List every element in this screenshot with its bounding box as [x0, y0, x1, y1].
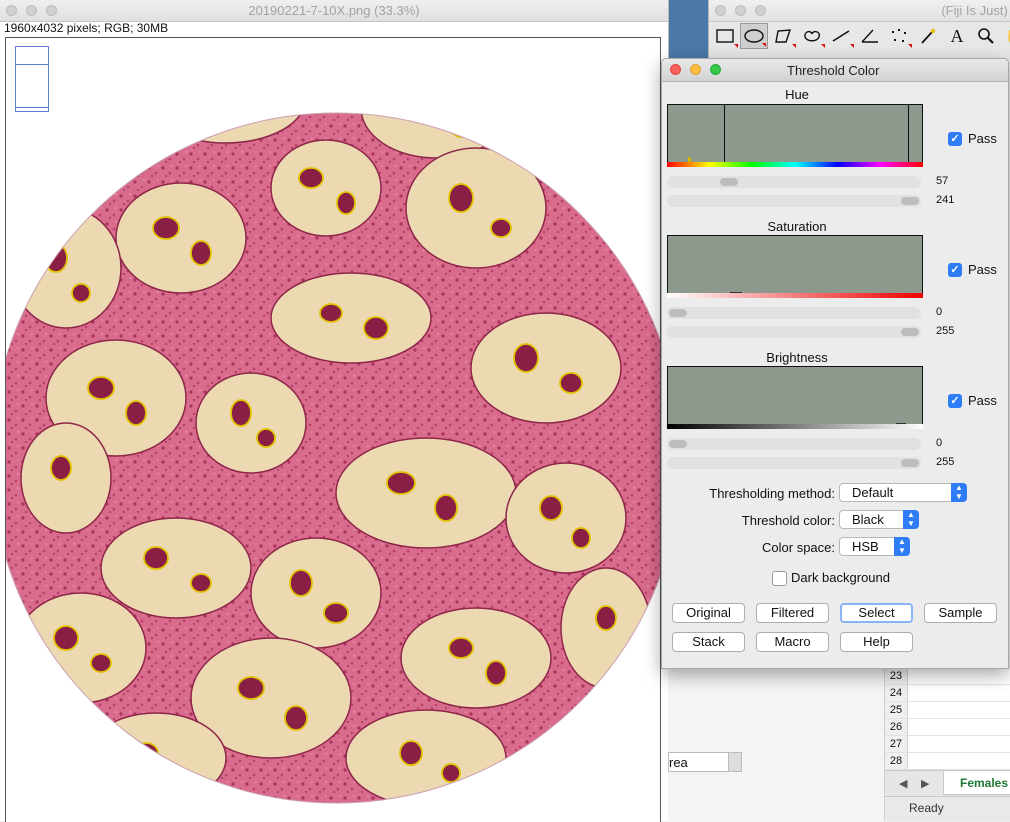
- dialog-title: Threshold Color: [787, 63, 880, 78]
- saturation-max-value: 255: [936, 325, 955, 337]
- sheet-row[interactable]: 26: [885, 719, 1010, 736]
- angle-tool-icon[interactable]: [856, 23, 884, 49]
- sample-button[interactable]: Sample: [924, 603, 997, 623]
- threshold-color-dialog: Threshold Color Hue 57 241 ✓ Pass Satura…: [661, 58, 1009, 669]
- select-stepper-icon: ▲ ▼: [951, 483, 967, 502]
- oval-tool-icon[interactable]: [740, 23, 768, 49]
- thresholding-method-value: Default: [852, 485, 894, 500]
- saturation-pass-label: Pass: [968, 262, 997, 277]
- spreadsheet-window: 23 24 25 26 27 28 ◀ ▶ Females Ready: [884, 668, 1010, 821]
- hue-histogram: [667, 104, 923, 166]
- slider-thumb[interactable]: [901, 328, 919, 336]
- image-window: 20190221-7-10X.png (33.3%) 1960x4032 pix…: [0, 0, 669, 822]
- sheet-row[interactable]: 25: [885, 702, 1010, 719]
- slider-thumb[interactable]: [669, 440, 687, 448]
- dialog-close-button[interactable]: [670, 64, 681, 75]
- threshold-color-select[interactable]: Black ▲ ▼: [839, 510, 919, 529]
- image-titlebar: 20190221-7-10X.png (33.3%): [0, 0, 668, 22]
- color-space-label: Color space:: [762, 540, 835, 555]
- minimize-button[interactable]: [735, 5, 746, 16]
- zoom-navigator[interactable]: [15, 46, 49, 112]
- polygon-tool-icon[interactable]: [769, 23, 797, 49]
- threshold-color-label: Threshold color:: [741, 513, 835, 528]
- saturation-gradient-bar: [667, 293, 923, 298]
- zoom-button[interactable]: [755, 5, 766, 16]
- hue-min-value: 57: [936, 175, 949, 187]
- saturation-min-value: 0: [936, 306, 943, 318]
- results-table-window: rea: [668, 668, 884, 822]
- desktop-background: [668, 0, 708, 60]
- hue-title: Hue: [785, 87, 809, 102]
- text-tool-icon[interactable]: A: [943, 23, 971, 49]
- results-column-header-next[interactable]: [728, 752, 742, 772]
- macro-button[interactable]: Macro: [756, 632, 829, 652]
- wand-tool-icon[interactable]: [914, 23, 942, 49]
- hue-max-value: 241: [936, 194, 955, 206]
- dialog-minimize-button[interactable]: [690, 64, 701, 75]
- sheet-tab-females[interactable]: Females: [943, 771, 1010, 795]
- slider-thumb[interactable]: [720, 178, 739, 186]
- help-button[interactable]: Help: [840, 632, 913, 652]
- tab-scroll-right-icon[interactable]: ▶: [921, 777, 929, 790]
- sheet-status-bar: Ready: [885, 796, 1010, 821]
- image-info: 1960x4032 pixels; RGB; 30MB: [4, 21, 169, 35]
- dark-background-checkbox[interactable]: [772, 571, 787, 586]
- sheet-row[interactable]: 27: [885, 736, 1010, 753]
- hue-pass-label: Pass: [968, 131, 997, 146]
- slider-thumb[interactable]: [669, 309, 687, 317]
- color-space-select[interactable]: HSB ▲ ▼: [839, 537, 910, 556]
- hue-pass-checkbox[interactable]: ✓: [948, 132, 962, 146]
- sheet-row[interactable]: 23: [885, 668, 1010, 685]
- brightness-title: Brightness: [766, 350, 828, 365]
- image-canvas[interactable]: [5, 37, 661, 822]
- tab-scroll-left-icon[interactable]: ◀: [899, 777, 907, 790]
- saturation-histogram: [667, 235, 923, 297]
- hue-min-slider[interactable]: [667, 176, 921, 188]
- brightness-histogram: [667, 366, 923, 428]
- thresholding-method-label: Thresholding method:: [709, 486, 835, 501]
- saturation-title: Saturation: [767, 219, 827, 234]
- dialog-zoom-button[interactable]: [710, 64, 721, 75]
- saturation-pass-checkbox[interactable]: ✓: [948, 263, 962, 277]
- brightness-max-slider[interactable]: [667, 457, 921, 469]
- saturation-min-slider[interactable]: [667, 307, 921, 319]
- sheet-row[interactable]: 28: [885, 753, 1010, 770]
- brightness-max-value: 255: [936, 456, 955, 468]
- threshold-color-value: Black: [852, 512, 884, 527]
- sheet-tab-bar: ◀ ▶ Females: [885, 770, 1010, 797]
- close-button[interactable]: [715, 5, 726, 16]
- rectangle-tool-icon[interactable]: [711, 23, 739, 49]
- brightness-min-slider[interactable]: [667, 438, 921, 450]
- toolbar-title: (Fiji Is Just) I: [941, 3, 1010, 18]
- select-stepper-icon: ▲ ▼: [894, 537, 910, 556]
- select-button[interactable]: Select: [840, 603, 913, 623]
- brightness-min-value: 0: [936, 437, 943, 449]
- dialog-titlebar: Threshold Color: [662, 59, 1008, 82]
- stack-button[interactable]: Stack: [672, 632, 745, 652]
- slider-thumb[interactable]: [901, 197, 919, 205]
- select-stepper-icon: ▲ ▼: [903, 510, 919, 529]
- brightness-gradient-bar: [667, 424, 923, 429]
- slider-thumb[interactable]: [901, 459, 919, 467]
- original-button[interactable]: Original: [672, 603, 745, 623]
- filtered-button[interactable]: Filtered: [756, 603, 829, 623]
- freehand-tool-icon[interactable]: [798, 23, 826, 49]
- magnifier-tool-icon[interactable]: [972, 23, 1000, 49]
- thresholding-method-select[interactable]: Default ▲ ▼: [839, 483, 967, 502]
- saturation-max-slider[interactable]: [667, 326, 921, 338]
- hue-max-slider[interactable]: [667, 195, 921, 207]
- fiji-toolbar-window: (Fiji Is Just) I A ✋: [708, 0, 1010, 60]
- line-tool-icon[interactable]: [827, 23, 855, 49]
- hand-tool-icon[interactable]: ✋: [1001, 23, 1010, 49]
- brightness-pass-label: Pass: [968, 393, 997, 408]
- toolbar-titlebar: (Fiji Is Just) I: [709, 0, 1010, 22]
- sheet-row[interactable]: 24: [885, 685, 1010, 702]
- color-space-value: HSB: [852, 539, 879, 554]
- point-tool-icon[interactable]: [885, 23, 913, 49]
- image-window-title: 20190221-7-10X.png (33.3%): [248, 3, 420, 18]
- hue-gradient-bar: [667, 162, 923, 167]
- dark-background-label: Dark background: [791, 570, 890, 585]
- brightness-pass-checkbox[interactable]: ✓: [948, 394, 962, 408]
